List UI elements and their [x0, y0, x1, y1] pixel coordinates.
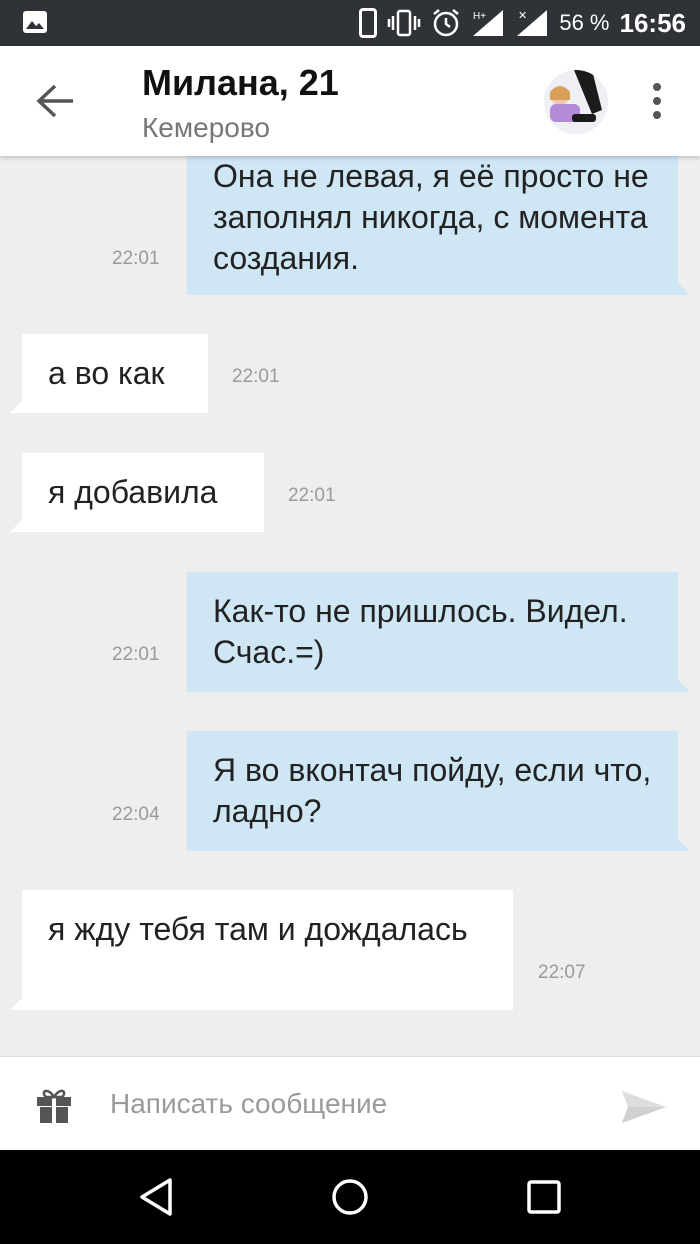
- battery-level: 56 %: [559, 10, 610, 35]
- triangle-back-icon: [140, 1178, 172, 1216]
- message-bubble[interactable]: я добавила: [10, 453, 264, 532]
- svg-text:H+: H+: [473, 11, 486, 22]
- message-text: я жду тебя там и дождалась: [48, 911, 468, 947]
- gift-icon: [37, 1089, 71, 1123]
- signal-icon: H+: [473, 10, 504, 36]
- message-bubble[interactable]: а во как: [10, 334, 208, 413]
- nav-back-button[interactable]: [131, 1172, 181, 1222]
- message-time: 22:01: [112, 644, 160, 665]
- nav-home-button[interactable]: [325, 1172, 375, 1222]
- vibrate-icon: [388, 9, 421, 37]
- gift-button[interactable]: [34, 1085, 74, 1125]
- status-bar: H+ ✕ 56 % 16:56: [0, 0, 700, 46]
- message-bubble[interactable]: Как-то не пришлось. Видел. Счас.=): [187, 572, 690, 692]
- message-text: Как-то не пришлось. Видел. Счас.=): [213, 593, 628, 670]
- message-time: 22:07: [538, 962, 586, 983]
- message-list[interactable]: Она не левая, я её просто не заполнял ни…: [0, 156, 700, 1056]
- send-button[interactable]: [620, 1087, 670, 1127]
- composer: [0, 1056, 700, 1151]
- signal-icon: ✕: [517, 10, 548, 36]
- message-input[interactable]: [110, 1081, 590, 1127]
- message-bubble[interactable]: Я во вконтач пойду, если что, ладно?: [187, 731, 690, 851]
- message-text: а во как: [48, 355, 165, 391]
- message-text: я добавила: [48, 474, 218, 510]
- message-bubble[interactable]: Она не левая, я её просто не заполнял ни…: [187, 156, 690, 295]
- message-time: 22:04: [112, 804, 160, 825]
- avatar[interactable]: [544, 70, 608, 134]
- phone-icon: [359, 8, 378, 38]
- send-icon: [622, 1091, 666, 1123]
- message-time: 22:01: [232, 366, 280, 387]
- back-button[interactable]: [30, 78, 80, 124]
- more-options-button[interactable]: [640, 76, 674, 126]
- system-navigation-bar: [0, 1150, 700, 1244]
- image-icon: [23, 11, 47, 33]
- square-recents-icon: [527, 1180, 561, 1214]
- contact-city: Кемерово: [142, 112, 270, 143]
- message-bubble[interactable]: я жду тебя там и дождалась: [10, 890, 513, 1010]
- arrow-left-icon: [36, 84, 73, 118]
- circle-home-icon: [332, 1179, 368, 1215]
- more-vert-icon: [653, 83, 661, 91]
- clock: 16:56: [619, 7, 687, 38]
- alarm-icon: [433, 9, 460, 37]
- message-time: 22:01: [112, 248, 160, 269]
- message-time: 22:01: [288, 485, 336, 506]
- message-text: Я во вконтач пойду, если что, ладно?: [213, 752, 652, 829]
- nav-recents-button[interactable]: [519, 1172, 569, 1222]
- svg-text:✕: ✕: [518, 10, 527, 22]
- message-text: Она не левая, я её просто не заполнял ни…: [213, 158, 649, 276]
- contact-name[interactable]: Милана, 21: [142, 62, 339, 104]
- chat-header: Милана, 21 Кемерово: [0, 46, 700, 156]
